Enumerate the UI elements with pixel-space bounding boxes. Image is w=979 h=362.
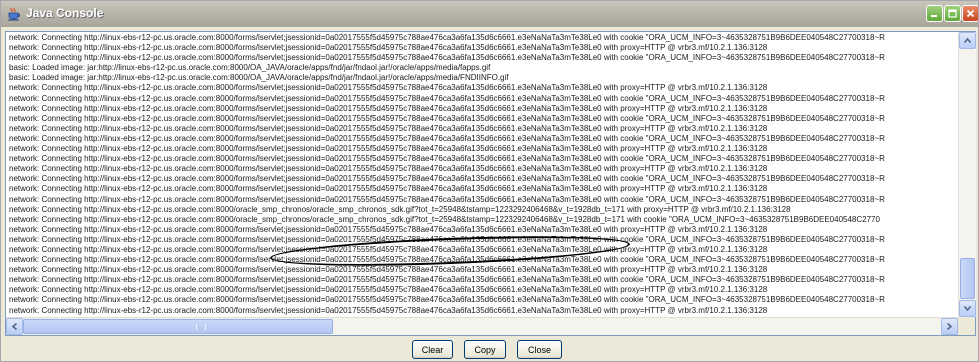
scrollbar-corner	[958, 317, 975, 335]
vertical-scrollbar[interactable]	[958, 32, 976, 317]
log-line: network: Connecting http://linux-ebs-r12…	[9, 194, 885, 204]
log-line: network: Connecting http://linux-ebs-r12…	[9, 174, 885, 184]
copy-button[interactable]: Copy	[464, 340, 506, 359]
arrow-down-icon	[964, 306, 971, 311]
java-coffee-cup-icon	[7, 7, 21, 21]
horizontal-scrollbar[interactable]	[6, 317, 958, 335]
java-console-window: Java Console network: Connecting http://…	[0, 0, 979, 362]
log-line: network: Connecting http://linux-ebs-r12…	[9, 43, 768, 53]
close-button[interactable]: Close	[517, 340, 562, 359]
console-log-panel: network: Connecting http://linux-ebs-r12…	[5, 31, 976, 336]
log-line: network: Connecting http://linux-ebs-r12…	[9, 164, 768, 174]
log-line: basic: Loaded image: jar:http://linux-eb…	[9, 63, 491, 73]
log-line: network: Connecting http://linux-ebs-r12…	[9, 113, 885, 123]
log-line: network: Connecting http://linux-ebs-r12…	[9, 93, 885, 103]
maximize-button[interactable]	[944, 5, 961, 22]
console-log-text[interactable]: network: Connecting http://linux-ebs-r12…	[6, 32, 958, 317]
log-line: network: Connecting http://linux-ebs-r12…	[9, 123, 768, 133]
log-line: network: Connecting http://linux-ebs-r12…	[9, 103, 768, 113]
arrow-left-icon	[12, 323, 17, 330]
log-lines: network: Connecting http://linux-ebs-r12…	[6, 32, 958, 316]
minimize-icon	[930, 9, 939, 18]
log-line: network: Connecting http://linux-ebs-r12…	[9, 275, 885, 285]
log-line: basic: Loaded image: jar:http://linux-eb…	[9, 73, 509, 83]
scroll-left-button[interactable]	[6, 318, 23, 335]
arrow-up-icon	[964, 38, 971, 43]
log-line: network: Connecting http://linux-ebs-r12…	[9, 144, 768, 154]
log-line: network: Connecting http://linux-ebs-r12…	[9, 265, 768, 275]
close-icon	[966, 9, 975, 18]
scroll-grip	[196, 324, 206, 330]
log-line: network: Connecting http://linux-ebs-r12…	[9, 184, 768, 194]
horizontal-scroll-thumb[interactable]	[23, 319, 333, 334]
minimize-button[interactable]	[926, 5, 943, 22]
maximize-icon	[948, 9, 957, 18]
vertical-scroll-thumb[interactable]	[960, 258, 975, 299]
clear-button[interactable]: Clear	[412, 340, 453, 359]
title-bar[interactable]: Java Console	[1, 1, 978, 27]
log-line: network: Connecting http://linux-ebs-r12…	[9, 83, 768, 93]
scroll-down-button[interactable]	[959, 300, 976, 317]
close-window-button[interactable]	[962, 5, 978, 22]
log-line: network: Connecting http://linux-ebs-r12…	[9, 224, 768, 234]
log-line: network: Connecting http://linux-ebs-r12…	[9, 214, 880, 224]
log-line: network: Connecting http://linux-ebs-r12…	[9, 295, 885, 305]
scroll-up-button[interactable]	[959, 32, 976, 49]
log-line: network: Connecting http://linux-ebs-r12…	[9, 33, 885, 42]
log-line: network: Connecting http://linux-ebs-r12…	[9, 53, 885, 63]
log-line: network: Connecting http://linux-ebs-r12…	[9, 305, 768, 315]
arrow-right-icon	[947, 323, 952, 330]
log-line: network: Connecting http://linux-ebs-r12…	[9, 133, 885, 143]
log-line: network: Connecting http://linux-ebs-r12…	[9, 285, 768, 295]
log-line: network: Connecting http://linux-ebs-r12…	[9, 204, 791, 214]
scroll-right-button[interactable]	[941, 318, 958, 335]
window-title: Java Console	[26, 6, 104, 20]
log-line: network: Connecting http://linux-ebs-r12…	[9, 154, 885, 164]
